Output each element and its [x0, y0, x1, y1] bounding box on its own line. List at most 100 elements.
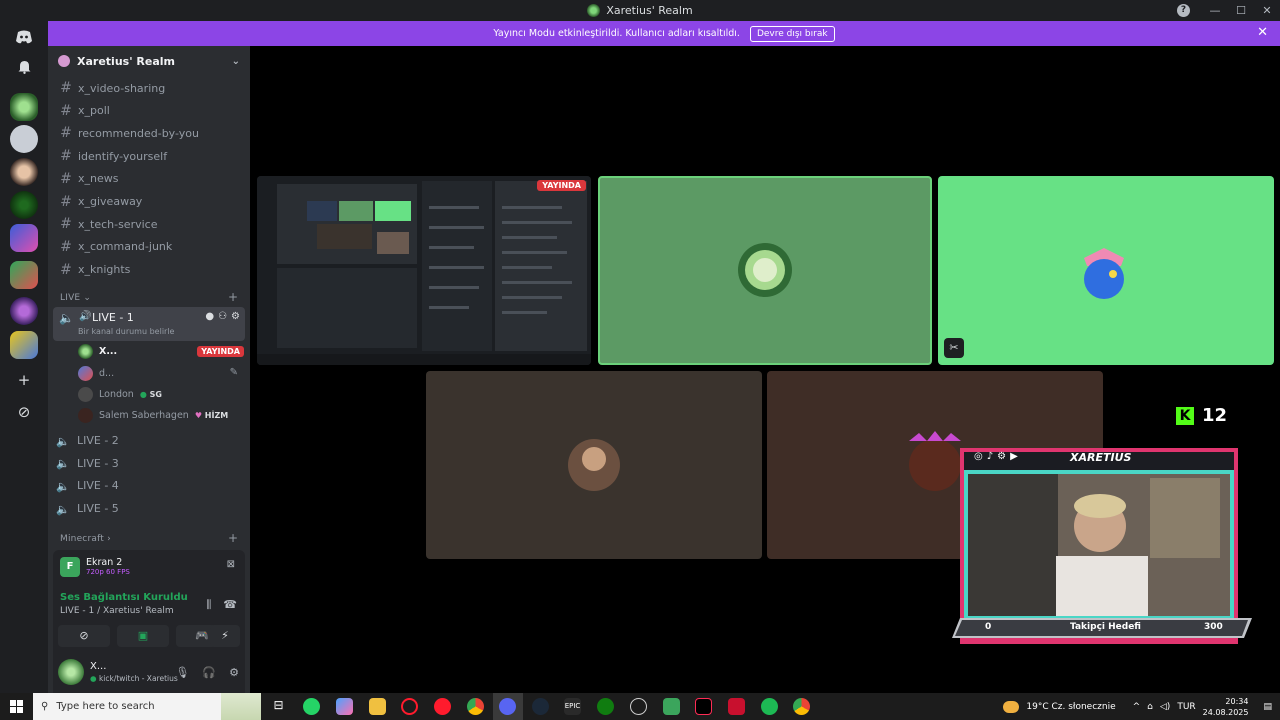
- spotify-icon[interactable]: [761, 698, 778, 715]
- channel-x_tech-service[interactable]: # x_tech-service: [60, 216, 157, 232]
- clock-app-icon[interactable]: [630, 698, 647, 715]
- tray-chevron-icon[interactable]: ^: [1133, 702, 1141, 712]
- streamer-mode-banner: Yayıncı Modu etkinleştirildi. Kullanıcı …: [48, 21, 1280, 46]
- share-screen-button[interactable]: ▣: [117, 625, 169, 647]
- speaker-icon: 🔈: [56, 434, 70, 448]
- screen-share-icon: F: [60, 557, 80, 577]
- whatsapp-icon[interactable]: [303, 698, 320, 715]
- channel-recommended-by-you[interactable]: # recommended-by-you: [60, 125, 199, 141]
- microphone-icon[interactable]: 🎙: [175, 666, 189, 679]
- notifications-icon[interactable]: ▤: [1263, 702, 1272, 712]
- channel-x_knights[interactable]: # x_knights: [60, 262, 130, 278]
- stream-tile[interactable]: YAYINDA: [257, 176, 591, 365]
- voice-channel-live-3[interactable]: 🔈 LIVE - 3: [56, 457, 119, 471]
- member-row[interactable]: London ● SG: [78, 387, 162, 402]
- voice-channel-live-2[interactable]: 🔈 LIVE - 2: [56, 434, 119, 448]
- chat-icon[interactable]: ●: [205, 311, 214, 322]
- maximize-button[interactable]: ☐: [1228, 4, 1254, 17]
- participant-tile-london[interactable]: [426, 371, 762, 559]
- weather-text[interactable]: 19°C Cz. słonecznie: [1026, 702, 1115, 712]
- volume-icon[interactable]: ◁): [1160, 702, 1170, 712]
- channel-x_video-sharing[interactable]: # x_video-sharing: [60, 80, 165, 96]
- discord-home-icon[interactable]: [10, 25, 38, 53]
- channel-name: x_video-sharing: [78, 81, 166, 95]
- add-channel-icon[interactable]: +: [228, 531, 238, 545]
- file-explorer-icon[interactable]: [369, 698, 386, 715]
- channel-x_giveaway[interactable]: # x_giveaway: [60, 194, 142, 210]
- disconnect-icon[interactable]: ☎: [223, 598, 237, 612]
- channel-x_news[interactable]: # x_news: [60, 171, 118, 187]
- taskbar-clock[interactable]: 20:34 24.08.2025: [1203, 696, 1249, 718]
- server-skull-icon[interactable]: [10, 191, 38, 219]
- voice-channel-live-5[interactable]: 🔈 LIVE - 5: [56, 502, 119, 516]
- notification-bell-icon[interactable]: [10, 55, 38, 83]
- participant-tile-xaretius[interactable]: [598, 176, 932, 365]
- noise-suppression-icon[interactable]: ⫼: [206, 598, 211, 612]
- windows-start-icon[interactable]: [10, 700, 23, 713]
- channel-x_poll[interactable]: # x_poll: [60, 103, 110, 119]
- participant-tile-d[interactable]: ✂: [938, 176, 1274, 365]
- member-row[interactable]: Salem Saberhagen ♥ HİZM: [78, 408, 228, 423]
- category-live[interactable]: LIVE ⌄: [60, 293, 91, 303]
- settings-gear-icon[interactable]: ⚙: [231, 311, 240, 322]
- kick-app-icon[interactable]: [663, 698, 680, 715]
- user-settings-icon[interactable]: ⚙: [229, 666, 239, 679]
- headphones-icon[interactable]: 🎧: [202, 666, 216, 679]
- discord-taskbar-icon[interactable]: [499, 698, 516, 715]
- channel-name: x_news: [78, 172, 119, 186]
- taskbar-search[interactable]: ⚲ Type here to search: [33, 693, 261, 720]
- stream-quality: 720p 60 FPS: [86, 568, 130, 576]
- steam-taskbar-icon[interactable]: [532, 698, 549, 715]
- copilot-icon[interactable]: [336, 698, 353, 715]
- server-header[interactable]: Xaretius' Realm ⌄: [48, 46, 250, 76]
- category-minecraft[interactable]: Minecraft ›: [60, 534, 111, 544]
- member-row[interactable]: d...: [78, 366, 114, 381]
- tiktok-app-icon[interactable]: [695, 698, 712, 715]
- live-badge: YAYINDA: [197, 346, 244, 357]
- soundboard-button[interactable]: ⚡: [210, 625, 240, 647]
- chrome-icon[interactable]: [467, 698, 484, 715]
- server-xaretius-icon[interactable]: [10, 93, 38, 121]
- disable-streamer-mode-button[interactable]: Devre dışı bırak: [749, 25, 835, 42]
- explore-servers-icon[interactable]: ⊘: [10, 398, 38, 426]
- toggle-camera-button[interactable]: ⊘: [58, 625, 110, 647]
- add-server-icon[interactable]: +: [10, 366, 38, 394]
- task-view-icon[interactable]: ⊟: [270, 698, 287, 715]
- server-starfield-icon[interactable]: [10, 297, 38, 325]
- invite-icon[interactable]: ⚇: [218, 311, 227, 322]
- channel-x_command-junk[interactable]: # x_command-junk: [60, 239, 172, 255]
- close-button[interactable]: ✕: [1254, 4, 1280, 17]
- server-shield-icon[interactable]: [10, 125, 38, 153]
- voice-connection-status[interactable]: Ses Bağlantısı Kuruldu: [60, 592, 188, 603]
- opera-gx-icon[interactable]: [401, 698, 418, 715]
- opera-icon[interactable]: [434, 698, 451, 715]
- network-icon[interactable]: ⌂: [1147, 702, 1153, 712]
- server-avatar-icon[interactable]: [10, 158, 38, 186]
- avatar: [78, 366, 93, 381]
- server-logo-icon: [587, 4, 601, 17]
- muted-icon: ✎: [229, 367, 238, 378]
- server-folder-icon[interactable]: [10, 224, 38, 252]
- minimize-button[interactable]: —: [1202, 4, 1228, 17]
- banner-close-icon[interactable]: ✕: [1257, 25, 1268, 40]
- server-folder-2-icon[interactable]: [10, 261, 38, 289]
- hash-icon: #: [60, 102, 72, 119]
- server-folder-3-icon[interactable]: [10, 331, 38, 359]
- epic-games-icon[interactable]: EPIC: [564, 698, 581, 715]
- chrome-2-icon[interactable]: [793, 698, 810, 715]
- stop-stream-icon[interactable]: ⊠: [227, 559, 235, 570]
- voice-channel-live-1[interactable]: 🔈 🔊 LIVE - 1 Bir kanal durumu belirle ● …: [53, 307, 245, 341]
- language-indicator[interactable]: TUR: [1177, 702, 1195, 712]
- voice-meeter-icon[interactable]: [728, 698, 745, 715]
- channel-name: x_command-junk: [78, 240, 173, 254]
- add-channel-icon[interactable]: +: [228, 290, 238, 304]
- channel-name: x_knights: [78, 263, 131, 277]
- help-icon[interactable]: ?: [1177, 4, 1190, 17]
- channel-status-placeholder[interactable]: Bir kanal durumu belirle: [78, 327, 174, 336]
- channel-identify-yourself[interactable]: # identify-yourself: [60, 148, 167, 164]
- voice-channel-live-4[interactable]: 🔈 LIVE - 4: [56, 479, 119, 493]
- window-title: Xaretius' Realm: [606, 4, 693, 17]
- member-row[interactable]: X...: [78, 344, 117, 359]
- xbox-icon[interactable]: [597, 698, 614, 715]
- user-avatar[interactable]: [58, 659, 84, 685]
